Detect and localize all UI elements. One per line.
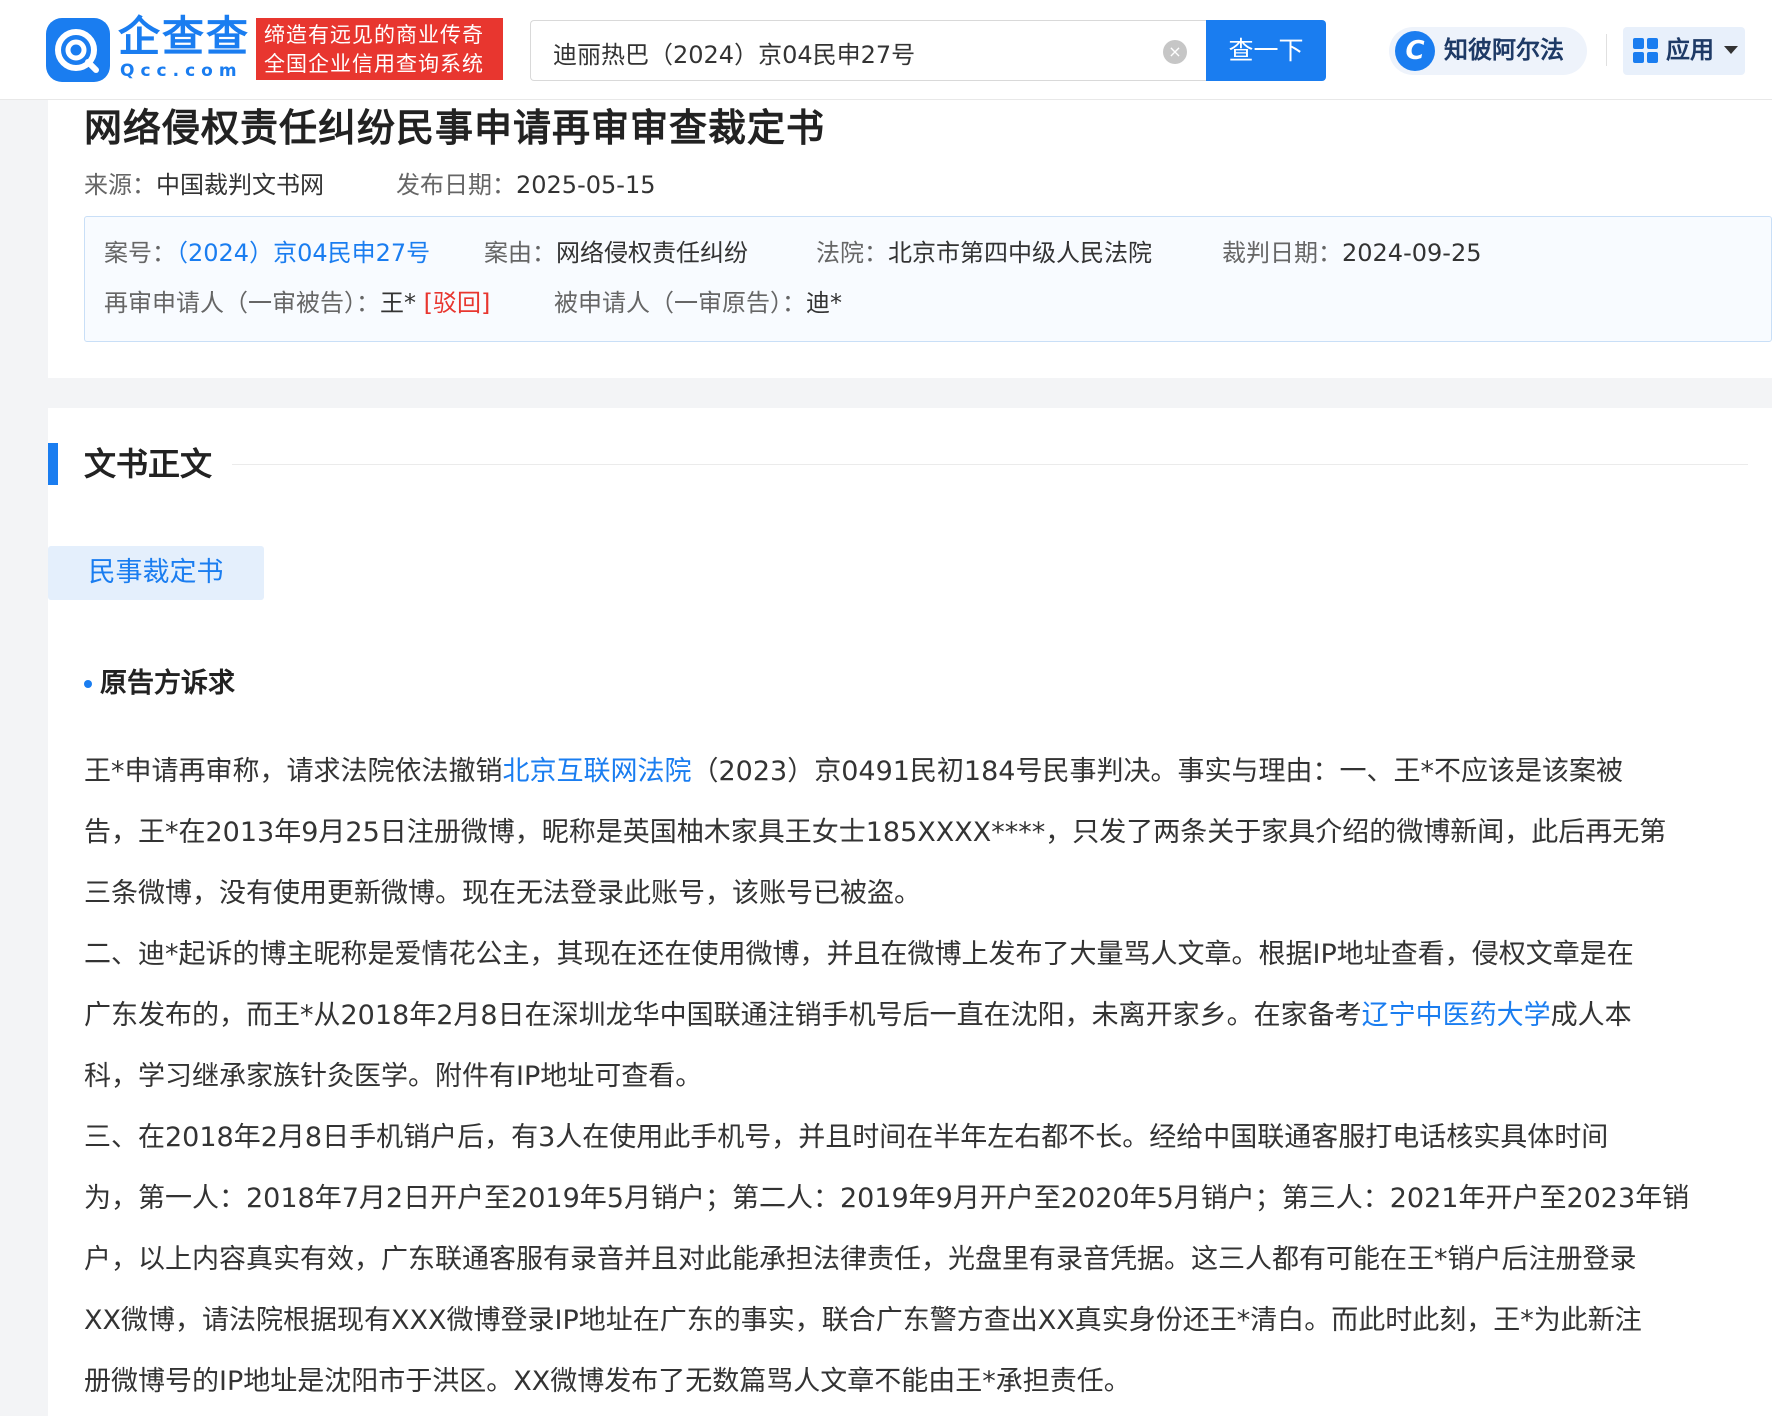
slogan-banner: 缔造有远见的商业传奇 全国企业信用查询系统 bbox=[256, 18, 503, 80]
body-line-10: XX微博，请法院根据现有XXX微博登录IP地址在广东的事实，联合广东警方查出XX… bbox=[84, 1305, 1642, 1336]
source-label: 来源： bbox=[84, 171, 156, 199]
judgment-date-value: 2024-09-25 bbox=[1342, 239, 1482, 267]
respondent: 被申请人（一审原告）：迪* bbox=[554, 286, 842, 320]
case-cause-label: 案由： bbox=[484, 239, 556, 267]
ai-assistant-label[interactable]: 知彼阿尔法 bbox=[1444, 33, 1564, 67]
court: 法院：北京市第四中级人民法院 bbox=[816, 236, 1152, 270]
judgment-date-label: 裁判日期： bbox=[1222, 239, 1342, 267]
applicant: 再审申请人（一审被告）：王* [驳回] bbox=[104, 286, 490, 320]
case-cause-value: 网络侵权责任纠纷 bbox=[556, 239, 748, 267]
court-value: 北京市第四中级人民法院 bbox=[888, 239, 1152, 267]
section-title: 文书正文 bbox=[84, 445, 213, 483]
qcc-logo-icon[interactable] bbox=[46, 18, 110, 82]
publish-date-label: 发布日期： bbox=[396, 171, 516, 199]
search-box: × bbox=[530, 20, 1206, 81]
respondent-value: 迪* bbox=[806, 289, 842, 317]
body-text: 成人本 bbox=[1550, 1000, 1632, 1031]
bullet-dot-icon bbox=[84, 680, 92, 688]
body-text: （2023）京0491民初184号民事判决。事实与理由：一、王*不应该是该案被 bbox=[691, 756, 1623, 787]
source-value: 中国裁判文书网 bbox=[156, 171, 324, 199]
divider bbox=[1606, 34, 1607, 66]
respondent-label: 被申请人（一审原告）： bbox=[554, 289, 806, 317]
search-input[interactable] bbox=[551, 33, 1155, 71]
body-line-6: 科，学习继承家族针灸医学。附件有IP地址可查看。 bbox=[84, 1061, 703, 1092]
case-info-box bbox=[84, 216, 1772, 342]
body-line-9: 户，以上内容真实有效，广东联通客服有录音并且对此能承担法律责任，光盘里有录音凭据… bbox=[84, 1244, 1637, 1275]
case-number: 案号：（2024）京04民申27号 bbox=[104, 236, 430, 270]
judgment-date: 裁判日期：2024-09-25 bbox=[1222, 236, 1481, 270]
document-title: 网络侵权责任纠纷民事申请再审审查裁定书 bbox=[84, 106, 826, 150]
case-number-label: 案号： bbox=[104, 239, 176, 267]
body-line-11: 册微博号的IP地址是沈阳市于洪区。XX微博发布了无数篇骂人文章不能由王*承担责任… bbox=[84, 1366, 1131, 1397]
court-link[interactable]: 北京互联网法院 bbox=[503, 756, 692, 787]
body-line-5: 广东发布的，而王*从2018年2月8日在深圳龙华中国联通注销手机号后一直在沈阳，… bbox=[84, 996, 1632, 1036]
case-cause: 案由：网络侵权责任纠纷 bbox=[484, 236, 748, 270]
chevron-down-icon[interactable] bbox=[1724, 46, 1738, 54]
subsection-title: 原告方诉求 bbox=[100, 668, 235, 699]
tab-civil-ruling[interactable]: 民事裁定书 bbox=[48, 546, 264, 600]
body-text: 广东发布的，而王*从2018年2月8日在深圳龙华中国联通注销手机号后一直在沈阳，… bbox=[84, 1000, 1362, 1031]
case-number-link[interactable]: （2024）京04民申27号 bbox=[176, 239, 430, 267]
rejected-tag: [驳回] bbox=[423, 289, 491, 317]
ai-logo-icon[interactable]: C bbox=[1395, 31, 1435, 71]
publish-date-meta: 发布日期：2025-05-15 bbox=[396, 168, 655, 202]
university-link[interactable]: 辽宁中医药大学 bbox=[1362, 1000, 1551, 1031]
body-line-8: 为，第一人：2018年7月2日开户至2019年5月销户；第二人：2019年9月开… bbox=[84, 1183, 1690, 1214]
logo-domain: Qcc.com bbox=[120, 61, 243, 81]
body-text: 王*申请再审称，请求法院依法撤销 bbox=[84, 756, 503, 787]
apps-label[interactable]: 应用 bbox=[1666, 33, 1714, 67]
body-line-7: 三、在2018年2月8日手机销户后，有3人在使用此手机号，并且时间在半年左右都不… bbox=[84, 1122, 1609, 1153]
body-line-3: 三条微博，没有使用更新微博。现在无法登录此账号，该账号已被盗。 bbox=[84, 878, 921, 909]
applicant-value: 王* bbox=[380, 289, 416, 317]
court-label: 法院： bbox=[816, 239, 888, 267]
grid-icon[interactable] bbox=[1633, 38, 1659, 64]
slogan-line-2: 全国企业信用查询系统 bbox=[264, 52, 484, 76]
clear-icon[interactable]: × bbox=[1163, 40, 1187, 64]
applicant-label: 再审申请人（一审被告）： bbox=[104, 289, 380, 317]
section-accent-bar bbox=[48, 443, 58, 485]
body-line-2: 告，王*在2013年9月25日注册微博，昵称是英国柚木家具王女士185XXXX*… bbox=[84, 817, 1667, 848]
logo-name[interactable]: 企查查 bbox=[118, 12, 250, 62]
section-divider bbox=[232, 464, 1748, 465]
body-line-1: 王*申请再审称，请求法院依法撤销北京互联网法院（2023）京0491民初184号… bbox=[84, 752, 1623, 792]
slogan-line-1: 缔造有远见的商业传奇 bbox=[264, 23, 484, 47]
publish-date-value: 2025-05-15 bbox=[516, 171, 656, 199]
search-button[interactable]: 查一下 bbox=[1206, 20, 1326, 81]
source-meta: 来源：中国裁判文书网 bbox=[84, 168, 324, 202]
body-line-4: 二、迪*起诉的博主昵称是爱情花公主，其现在还在使用微博，并且在微博上发布了大量骂… bbox=[84, 939, 1634, 970]
